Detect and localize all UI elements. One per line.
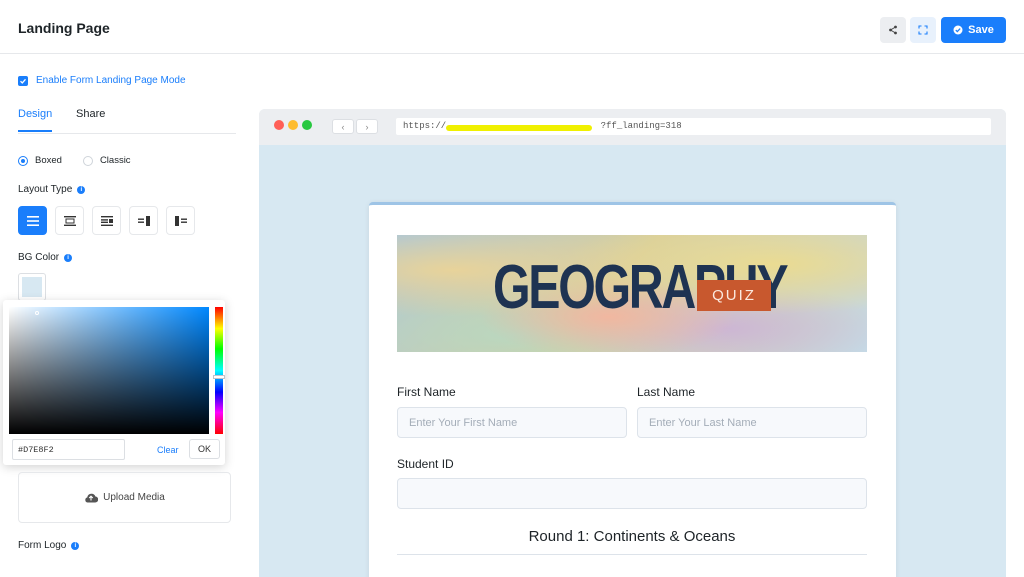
layout-type-options	[18, 206, 195, 235]
hue-slider[interactable]	[215, 307, 223, 434]
bg-color-label: BG Color	[18, 252, 60, 263]
forward-button[interactable]: ›	[356, 119, 378, 134]
clear-color-button[interactable]: Clear	[157, 445, 179, 455]
info-icon[interactable]: i	[77, 185, 86, 194]
cloud-upload-icon	[85, 493, 99, 503]
window-maximize-dot	[302, 120, 312, 130]
share-button[interactable]	[880, 17, 906, 43]
banner-tag: QUIZ	[697, 280, 771, 311]
back-button[interactable]: ‹	[332, 119, 354, 134]
enable-landing-mode[interactable]: Enable Form Landing Page Mode	[18, 75, 186, 86]
top-bar: Landing Page Save	[0, 0, 1024, 54]
window-close-dot	[274, 120, 284, 130]
window-minimize-dot	[288, 120, 298, 130]
layout-option-media-right[interactable]	[92, 206, 121, 235]
align-center-icon	[26, 215, 39, 226]
student-id-input[interactable]	[397, 478, 867, 509]
url-redaction-highlight	[446, 125, 592, 131]
form-card: GEOGRAPHY QUIZ First Name Enter Your Fir…	[369, 202, 896, 577]
upload-media-label: Upload Media	[103, 492, 165, 503]
hex-color-input[interactable]	[12, 439, 125, 460]
layout-icon	[137, 215, 150, 226]
layout-icon	[174, 215, 187, 226]
radio-boxed[interactable]	[18, 155, 28, 166]
section-divider	[397, 554, 867, 555]
enable-checkbox[interactable]	[18, 75, 28, 86]
form-logo-label: Form Logo	[18, 540, 67, 551]
browser-toolbar: ‹ › https:// ?ff_landing=318	[259, 109, 1006, 145]
share-icon	[889, 25, 897, 35]
layout-type-label: Layout Type	[18, 184, 73, 195]
settings-tabs: Design Share	[18, 108, 236, 134]
radio-boxed-label: Boxed	[35, 155, 62, 166]
chevron-left-icon: ‹	[341, 121, 345, 132]
fullscreen-icon	[918, 25, 928, 35]
bg-color-swatch[interactable]	[18, 273, 46, 301]
address-bar[interactable]: https:// ?ff_landing=318	[396, 118, 991, 135]
url-prefix: https://	[403, 121, 447, 131]
bg-color-swatch-fill	[22, 277, 42, 297]
checkmark-icon	[20, 78, 26, 84]
layout-option-split-right[interactable]	[129, 206, 158, 235]
url-suffix: ?ff_landing=318	[600, 121, 682, 131]
tab-share[interactable]: Share	[76, 108, 105, 130]
layout-option-split-left[interactable]	[166, 206, 195, 235]
layout-icon	[63, 215, 76, 226]
first-name-input[interactable]: Enter Your First Name	[397, 407, 627, 438]
form-logo-heading: Form Logo i	[18, 540, 80, 551]
check-circle-icon	[953, 25, 963, 35]
save-label: Save	[968, 24, 994, 36]
layout-icon	[100, 215, 113, 226]
info-icon[interactable]: i	[64, 253, 73, 262]
enable-label: Enable Form Landing Page Mode	[36, 75, 186, 86]
info-icon[interactable]: i	[71, 541, 80, 550]
radio-classic[interactable]	[82, 155, 93, 166]
layout-option-media-left[interactable]	[55, 206, 84, 235]
last-name-label: Last Name	[637, 385, 696, 399]
student-id-label: Student ID	[397, 457, 454, 471]
fullscreen-button[interactable]	[910, 17, 936, 43]
section-heading: Round 1: Continents & Oceans	[528, 528, 736, 545]
radio-classic-label: Classic	[99, 155, 131, 166]
upload-media-button[interactable]: Upload Media	[18, 472, 231, 523]
bg-color-heading: BG Color i	[18, 252, 73, 263]
save-button[interactable]: Save	[941, 17, 1006, 43]
saturation-value-panel[interactable]	[9, 307, 209, 434]
chevron-right-icon: ›	[365, 121, 369, 132]
style-options: Boxed Classic	[18, 155, 152, 166]
hue-slider-thumb[interactable]	[213, 375, 225, 379]
ok-color-button[interactable]: OK	[189, 439, 220, 459]
layout-option-default[interactable]	[18, 206, 47, 235]
layout-type-heading: Layout Type i	[18, 184, 86, 195]
first-name-label: First Name	[397, 385, 456, 399]
last-name-input[interactable]: Enter Your Last Name	[637, 407, 867, 438]
page-title: Landing Page	[18, 20, 110, 36]
tab-design[interactable]: Design	[18, 108, 53, 132]
saturation-cursor[interactable]	[35, 311, 39, 315]
landing-page-preview: ‹ › https:// ?ff_landing=318 GEOGRAPHY Q…	[259, 109, 1006, 577]
form-banner-image: GEOGRAPHY QUIZ	[397, 235, 867, 352]
